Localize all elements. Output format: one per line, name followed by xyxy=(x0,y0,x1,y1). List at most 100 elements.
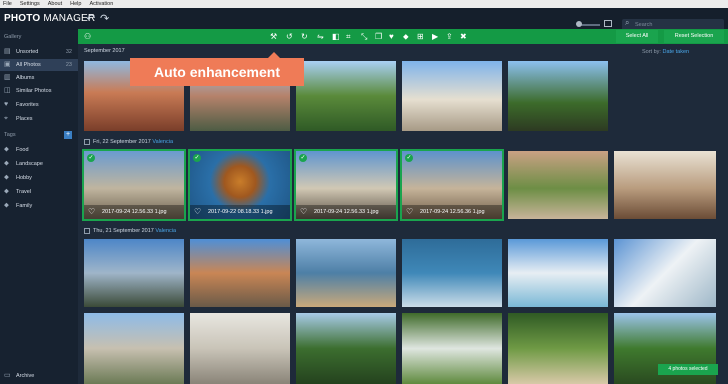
image-view-icon[interactable] xyxy=(604,20,612,27)
flip-icon[interactable]: ⇋ xyxy=(317,32,324,41)
unsorted-icon: ▤ xyxy=(4,48,11,55)
sidebar-tag-hobby[interactable]: ⬥ Hobby xyxy=(0,172,78,184)
selected-check-icon[interactable]: ✓ xyxy=(87,154,95,162)
photo-thumbnail[interactable] xyxy=(402,61,502,131)
sidebar-tag-label: Family xyxy=(16,203,33,209)
zoom-slider-handle[interactable] xyxy=(576,21,582,27)
photo-thumbnail[interactable] xyxy=(296,239,396,307)
heart-icon[interactable]: ♥ xyxy=(389,32,394,41)
selected-check-icon[interactable]: ✓ xyxy=(405,154,413,162)
tag-icon: ⬥ xyxy=(4,160,9,167)
reset-selection-button[interactable]: Reset Selection xyxy=(664,30,724,43)
search-placeholder: Search xyxy=(635,22,653,28)
sidebar-item-label: All Photos xyxy=(16,62,41,68)
selected-check-icon[interactable]: ✓ xyxy=(193,154,201,162)
similar-icon: ◫ xyxy=(4,87,11,94)
photo-thumbnail[interactable] xyxy=(508,61,608,131)
sidebar-item-similar-photos[interactable]: ◫ Similar Photos xyxy=(0,85,78,97)
group-title: September 2017 xyxy=(84,48,125,54)
rotate-left-icon[interactable]: ↺ xyxy=(286,32,293,41)
sidebar-item-label: Favorites xyxy=(16,102,39,108)
archive-icon: ▭ xyxy=(4,372,11,379)
sidebar-item-favorites[interactable]: ♥ Favorites xyxy=(0,99,78,111)
favorite-heart-icon[interactable]: ♡ xyxy=(88,207,95,216)
tag-icon[interactable]: ⬥ xyxy=(403,32,409,41)
sidebar-item-count: 32 xyxy=(65,49,72,55)
sidebar-tag-landscape[interactable]: ⬥ Landscape xyxy=(0,158,78,170)
sidebar-item-label: Albums xyxy=(16,75,35,81)
sidebar-tag-label: Landscape xyxy=(16,161,43,167)
rotate-right-icon[interactable]: ↻ xyxy=(301,32,308,41)
sort-by-control[interactable]: Sort by: Date taken xyxy=(642,49,689,55)
compare-icon[interactable]: ◧ xyxy=(332,32,340,41)
group-location[interactable]: Valencia xyxy=(155,228,176,234)
album-add-icon[interactable]: ⊞ xyxy=(417,32,424,41)
redo-icon[interactable]: ↷ xyxy=(100,12,109,25)
photo-thumbnail[interactable] xyxy=(84,239,184,307)
crop-icon[interactable]: ⌗ xyxy=(346,32,351,41)
group-date: Fri, 22 September 2017 xyxy=(93,139,151,145)
sidebar-tag-travel[interactable]: ⬥ Travel xyxy=(0,186,78,198)
photo-thumbnail[interactable] xyxy=(614,151,716,219)
photo-thumbnail[interactable] xyxy=(296,313,396,384)
location-icon: ⌖ xyxy=(4,115,8,122)
favorite-heart-icon[interactable]: ♡ xyxy=(194,207,201,216)
menu-about[interactable]: About xyxy=(48,1,62,7)
photos-icon: ▣ xyxy=(4,61,11,68)
photo-thumbnail[interactable] xyxy=(190,313,290,384)
sidebar-item-label: Unsorted xyxy=(16,49,39,55)
person-add-icon[interactable]: ⚇ xyxy=(84,32,91,41)
delete-icon[interactable]: ✖ xyxy=(460,32,467,41)
sidebar-tag-food[interactable]: ⬥ Food xyxy=(0,144,78,156)
favorite-heart-icon[interactable]: ♡ xyxy=(300,207,307,216)
group-title: Thu, 21 September 2017 Valencia xyxy=(93,228,176,234)
photo-thumbnail[interactable] xyxy=(508,151,608,219)
copy-icon[interactable]: ❐ xyxy=(375,32,382,41)
tag-icon: ⬥ xyxy=(4,188,9,195)
group-checkbox[interactable] xyxy=(84,139,90,145)
sidebar-item-archive[interactable]: ▭ Archive xyxy=(0,370,78,382)
sidebar-item-all-photos[interactable]: ▣ All Photos 23 xyxy=(0,59,78,71)
magic-wand-icon[interactable]: ⚒ xyxy=(270,32,277,41)
top-bar: PHOTO MANAGER ↶ ↷ ⌕ Search xyxy=(0,8,728,31)
menu-help[interactable]: Help xyxy=(70,1,81,7)
group-checkbox[interactable] xyxy=(84,228,90,234)
favorite-heart-icon[interactable]: ♡ xyxy=(406,207,413,216)
photo-thumbnail[interactable] xyxy=(508,313,608,384)
sidebar-tag-family[interactable]: ⬥ Family xyxy=(0,200,78,212)
gallery-heading: Gallery xyxy=(4,34,22,40)
menu-activation[interactable]: Activation xyxy=(89,1,113,7)
sort-value[interactable]: Date taken xyxy=(662,49,689,55)
photo-thumbnail[interactable]: ✓ ♡ 2017-09-22 08.18.33 1.jpg xyxy=(188,149,292,221)
photo-thumbnail[interactable]: ✓ ♡ 2017-09-24 12.56.33 1.jpg xyxy=(294,149,398,221)
tags-heading: Tags xyxy=(4,132,16,138)
photo-filename: 2017-09-22 08.18.33 1.jpg xyxy=(208,209,273,215)
menu-file[interactable]: File xyxy=(3,1,12,7)
photo-thumbnail[interactable] xyxy=(402,313,502,384)
slideshow-icon[interactable]: ▶ xyxy=(432,32,438,41)
menu-settings[interactable]: Settings xyxy=(20,1,40,7)
group-location[interactable]: Valencia xyxy=(152,139,173,145)
undo-icon[interactable]: ↶ xyxy=(86,12,95,25)
photo-thumbnail[interactable] xyxy=(190,239,290,307)
photo-thumbnail[interactable] xyxy=(614,239,716,307)
add-tag-button[interactable]: + xyxy=(64,131,72,139)
photo-thumbnail[interactable] xyxy=(402,239,502,307)
select-all-button[interactable]: Select All xyxy=(616,30,658,43)
photo-thumbnail[interactable] xyxy=(508,239,608,307)
photo-thumbnail[interactable] xyxy=(296,61,396,131)
resize-icon[interactable]: ⤡ xyxy=(361,32,367,41)
photo-manager-window: File Settings About Help Activation PHOT… xyxy=(0,0,728,384)
photo-filename: 2017-09-24 12.56.33 1.jpg xyxy=(102,209,167,215)
sidebar-item-places[interactable]: ⌖ Places xyxy=(0,113,78,125)
photo-thumbnail[interactable] xyxy=(84,313,184,384)
share-icon[interactable]: ⇪ xyxy=(446,32,453,41)
photo-thumbnail[interactable]: ✓ ♡ 2017-09-24 12.56.36 1.jpg xyxy=(400,149,504,221)
sidebar-item-label: Archive xyxy=(16,373,35,379)
search-icon: ⌕ xyxy=(625,18,630,27)
sidebar-item-unsorted[interactable]: ▤ Unsorted 32 xyxy=(0,46,78,58)
selected-check-icon[interactable]: ✓ xyxy=(299,154,307,162)
sidebar-item-albums[interactable]: ▥ Albums xyxy=(0,72,78,84)
selection-toolbar: ⚇ ⚒ ↺ ↻ ⇋ ◧ ⌗ ⤡ ❐ ♥ ⬥ ⊞ ▶ ⇪ ✖ Select All… xyxy=(78,29,728,44)
photo-thumbnail[interactable]: ✓ ♡ 2017-09-24 12.56.33 1.jpg xyxy=(82,149,186,221)
